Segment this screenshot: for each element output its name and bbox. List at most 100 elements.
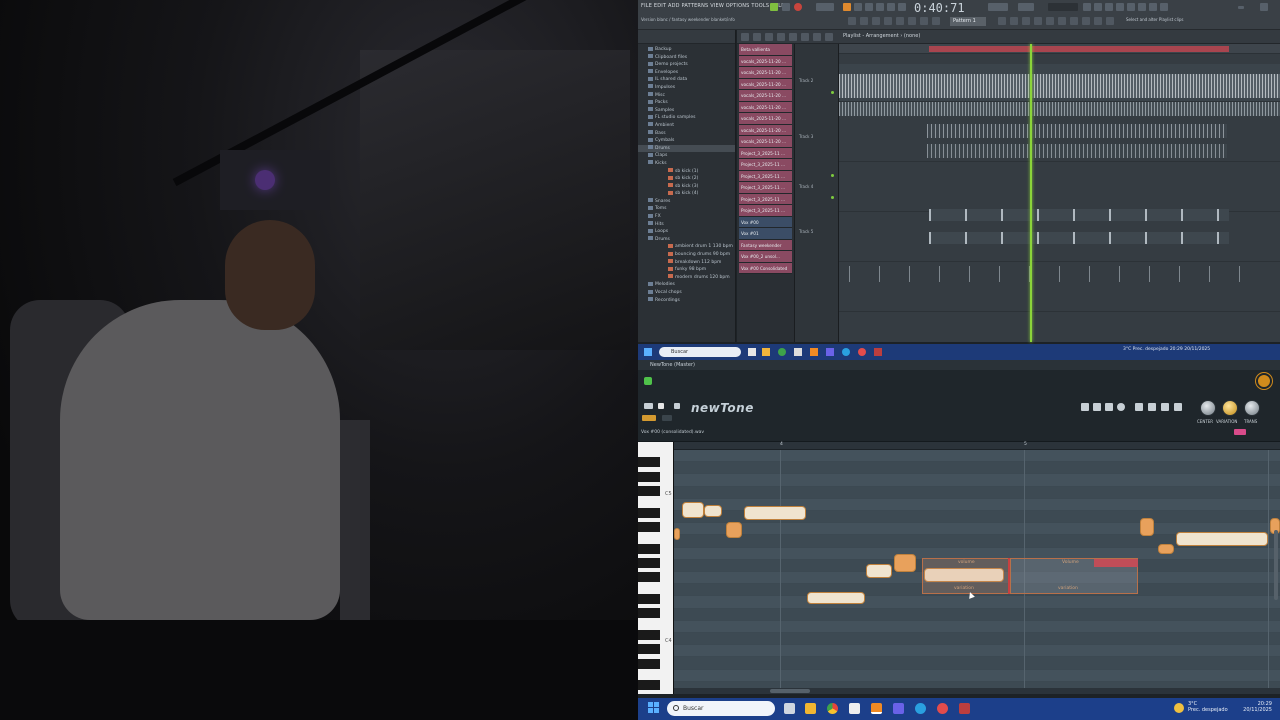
browser-item[interactable]: Recordings [638, 297, 735, 305]
clip-item[interactable]: vocals_2025-11-20 ... [739, 78, 792, 90]
file-explorer-icon[interactable] [805, 703, 816, 714]
target-icon[interactable] [1117, 403, 1125, 411]
browser-item[interactable]: sb kick (1) [638, 168, 735, 176]
browser-item[interactable]: FL studio samples [638, 114, 735, 122]
browser-item[interactable]: Bass [638, 130, 735, 138]
track-label[interactable]: Track 3 [799, 134, 813, 139]
audio-clip[interactable] [839, 102, 1280, 116]
clip-item[interactable]: vocals_2025-11-20 ... [739, 67, 792, 79]
pitch-editor-grid[interactable]: volume variation Volume variation [674, 450, 1280, 694]
browser-item[interactable]: Backup [638, 46, 735, 54]
taskbar-app-icon[interactable] [762, 348, 770, 356]
clip-item[interactable]: Project_3_2025-11 ... [739, 182, 792, 194]
clip-item[interactable]: Project_3_2025-11 ... [739, 159, 792, 171]
play-icon[interactable] [658, 403, 664, 409]
browser-item[interactable]: Drums [638, 144, 735, 153]
step-edit-icon[interactable] [898, 3, 906, 11]
loop-icon[interactable] [644, 403, 653, 409]
edge-icon[interactable] [915, 703, 926, 714]
clip-item[interactable]: Vox #00 [739, 216, 792, 228]
windows-start-icon[interactable] [648, 702, 660, 714]
piano-black-key[interactable] [638, 680, 660, 691]
scrollbar-thumb[interactable] [770, 689, 810, 693]
browser-item[interactable]: modern drums 120 bpm [638, 274, 735, 282]
tool-paint-icon[interactable] [872, 17, 880, 25]
audio-clip[interactable] [929, 209, 1229, 221]
clip-item[interactable]: vocals_2025-11-20 ... [739, 90, 792, 102]
track-active-led[interactable] [831, 91, 834, 94]
piano-black-key[interactable] [638, 630, 660, 640]
pitch-note-blob[interactable] [1176, 532, 1268, 546]
playlist-paint-icon[interactable] [777, 33, 785, 41]
browser-item[interactable]: bouncing drums 90 bpm [638, 251, 735, 259]
record-button[interactable] [794, 3, 802, 11]
clip-item[interactable]: Vox #01 [739, 228, 792, 240]
playlist-snap-icon[interactable] [753, 33, 761, 41]
grid-icon[interactable] [998, 17, 1006, 25]
taskbar-app-icon[interactable] [810, 348, 818, 356]
browser-item[interactable]: Loops [638, 228, 735, 236]
pitch-note-blob[interactable] [682, 502, 704, 518]
browser-item[interactable]: ambient drum 1 130 bpm [638, 243, 735, 251]
clip-item[interactable]: vocals_2025-11-20 ... [739, 136, 792, 148]
mode-badge[interactable] [1234, 429, 1246, 435]
loop-record-icon[interactable] [865, 3, 873, 11]
browser-item[interactable]: Envelopes [638, 69, 735, 77]
piano-black-key[interactable] [638, 507, 660, 518]
clip-item[interactable]: Project_3_2025-11 ... [739, 193, 792, 205]
newtone-timeline[interactable]: 4 5 [674, 442, 1280, 450]
slice-icon[interactable] [1105, 403, 1113, 411]
center-knob[interactable] [1200, 400, 1216, 416]
piano-black-key[interactable] [638, 522, 660, 532]
fl-studio-icon[interactable] [871, 703, 882, 714]
discord-icon[interactable] [893, 703, 904, 714]
piano-black-key[interactable] [638, 457, 660, 468]
playhead[interactable] [1030, 44, 1032, 342]
tempo-display[interactable] [816, 3, 834, 11]
playlist-slice-icon[interactable] [813, 33, 821, 41]
touch-keyboard-icon[interactable] [1138, 3, 1146, 11]
minimize-icon[interactable] [1238, 6, 1244, 9]
playlist-timeline[interactable] [839, 44, 1280, 54]
browser-item[interactable]: FX [638, 213, 735, 221]
browser-icon[interactable] [1116, 3, 1124, 11]
clip-item[interactable]: Project_3_2025-11 ... [739, 147, 792, 159]
channel-rack-icon[interactable] [1094, 3, 1102, 11]
pitch-note-blob[interactable] [866, 564, 892, 578]
browser-item[interactable]: sb kick (4) [638, 190, 735, 198]
browser-item[interactable]: Samples [638, 107, 735, 115]
variation-knob[interactable] [1222, 400, 1238, 416]
clip-item[interactable]: vocals_2025-11-20 ... [739, 124, 792, 136]
track-label[interactable]: Track 4 [799, 184, 813, 189]
browser-item[interactable]: Misc [638, 92, 735, 100]
browser-item[interactable]: Cymbals [638, 137, 735, 145]
countdown-icon[interactable] [876, 3, 884, 11]
pitch-note-blob[interactable] [894, 554, 916, 572]
piano-black-key[interactable] [638, 644, 660, 655]
taskbar-app-icon[interactable] [858, 348, 866, 356]
tool-delete-icon[interactable] [884, 17, 892, 25]
loop-region[interactable] [929, 46, 1229, 52]
browser-item[interactable]: Ambient [638, 122, 735, 130]
taskbar-search-box[interactable]: Buscar [667, 701, 775, 716]
close-icon[interactable] [1260, 3, 1268, 11]
pitch-note-blob[interactable] [674, 528, 680, 540]
save-icon[interactable] [1148, 403, 1156, 411]
list-icon[interactable] [1022, 17, 1030, 25]
opera-icon[interactable] [937, 703, 948, 714]
browser-item[interactable]: Kicks [638, 160, 735, 168]
browser-item[interactable]: Clipboard files [638, 54, 735, 62]
clip-item[interactable]: vocals_2025-11-20 ... [739, 55, 792, 67]
taskbar-clock[interactable]: 20:29 20/11/2025 [1236, 701, 1272, 713]
browser-item[interactable]: sb kick (2) [638, 175, 735, 183]
tool-slice-icon[interactable] [908, 17, 916, 25]
playlist-draw-icon[interactable] [765, 33, 773, 41]
playlist-arrangement[interactable] [839, 44, 1280, 342]
plugin-picker-icon[interactable] [1127, 3, 1135, 11]
tool-mute-icon[interactable] [896, 17, 904, 25]
browser-item[interactable]: Hits [638, 221, 735, 229]
note-icon[interactable] [1082, 17, 1090, 25]
browser-item[interactable]: Snares [638, 198, 735, 206]
pitch-note-blob[interactable] [1158, 544, 1174, 554]
mixer-icon[interactable] [1083, 3, 1091, 11]
